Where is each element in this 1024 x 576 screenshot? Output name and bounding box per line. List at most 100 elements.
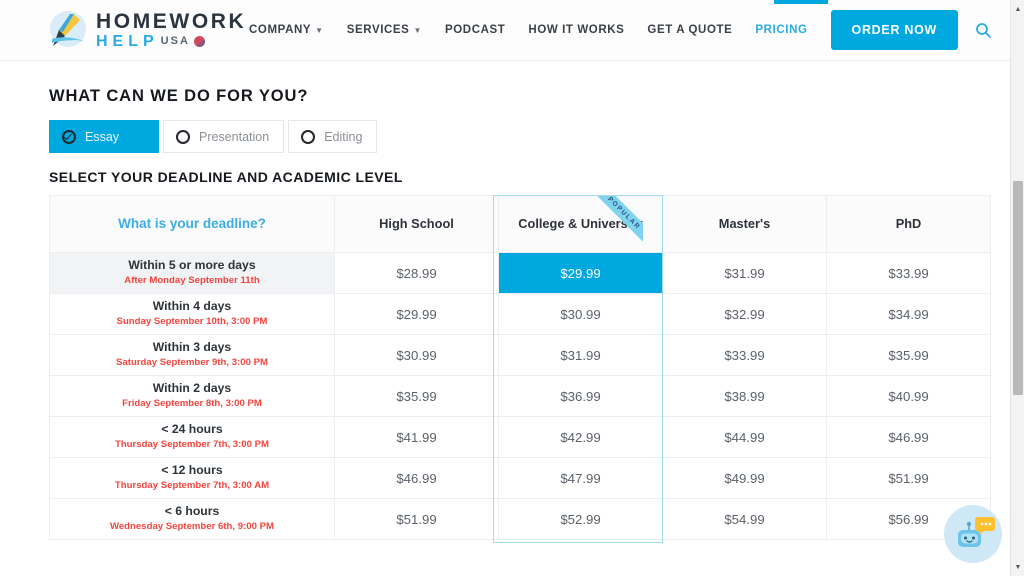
search-icon[interactable] (974, 21, 992, 39)
site-logo[interactable]: HOMEWORK HELP USA (46, 8, 246, 52)
pricing-table-header-row: What is your deadline? High School Colle… (49, 195, 991, 253)
column-header-masters[interactable]: Master's (662, 195, 827, 253)
deadline-cell[interactable]: < 6 hours Wednesday September 6th, 9:00 P… (49, 498, 335, 540)
price-cell[interactable]: $49.99 (662, 457, 827, 499)
deadline-label: < 12 hours (161, 462, 223, 477)
table-row: < 24 hours Thursday September 7th, 3:00 P… (49, 416, 991, 458)
deadline-cell[interactable]: Within 2 days Friday September 8th, 3:00 … (49, 375, 335, 417)
price-cell-selected[interactable]: $29.99 (498, 252, 663, 294)
pricing-table-body: Within 5 or more days After Monday Septem… (49, 252, 991, 540)
nav-label: COMPANY (249, 24, 312, 36)
price-cell[interactable]: $54.99 (662, 498, 827, 540)
price-cell[interactable]: $31.99 (498, 334, 663, 376)
deadline-date: Thursday September 7th, 3:00 PM (114, 438, 270, 450)
usa-flag-icon (193, 36, 205, 47)
chat-widget-button[interactable] (944, 505, 1002, 563)
chevron-down-icon: ▼ (413, 25, 422, 35)
service-tab-presentation[interactable]: Presentation (163, 120, 285, 153)
price-cell[interactable]: $40.99 (826, 375, 991, 417)
radio-unchecked-icon (301, 129, 316, 144)
pricing-table: What is your deadline? High School Colle… (49, 195, 991, 540)
price-cell[interactable]: $51.99 (334, 498, 499, 540)
table-row: Within 5 or more days After Monday Septem… (49, 252, 991, 294)
price-cell[interactable]: $35.99 (826, 334, 991, 376)
deadline-date: Thursday September 7th, 3:00 AM (114, 479, 270, 491)
price-cell[interactable]: $31.99 (662, 252, 827, 294)
service-type-tabs: Essay Presentation Editing (49, 120, 1010, 153)
deadline-cell[interactable]: < 12 hours Thursday September 7th, 3:00 A… (49, 457, 335, 499)
price-cell[interactable]: $51.99 (826, 457, 991, 499)
quill-pen-logo-icon (50, 11, 86, 47)
radio-checked-icon (62, 129, 76, 144)
page-title: WHAT CAN WE DO FOR YOU? (49, 87, 309, 105)
table-row: Within 3 days Saturday September 9th, 3:0… (49, 334, 991, 376)
price-cell[interactable]: $33.99 (662, 334, 827, 376)
deadline-label: Within 5 or more days (128, 257, 256, 272)
price-cell[interactable]: $41.99 (334, 416, 499, 458)
table-row: < 12 hours Thursday September 7th, 3:00 A… (49, 457, 991, 499)
deadline-date: Friday September 8th, 3:00 PM (122, 397, 262, 409)
main-navigation: COMPANY ▼ SERVICES ▼ PODCAST HOW IT WORK… (249, 0, 1010, 60)
price-cell[interactable]: $38.99 (662, 375, 827, 417)
price-cell[interactable]: $34.99 (826, 293, 991, 335)
deadline-label: < 24 hours (161, 421, 223, 436)
column-header-deadline: What is your deadline? (49, 195, 335, 253)
radio-unchecked-icon (176, 129, 190, 144)
service-tab-label: Editing (324, 129, 363, 144)
section-subtitle: SELECT YOUR DEADLINE AND ACADEMIC LEVEL (49, 169, 403, 185)
column-header-high-school[interactable]: High School (334, 195, 499, 253)
nav-item-pricing[interactable]: PRICING (755, 24, 807, 36)
price-cell[interactable]: $30.99 (498, 293, 663, 335)
deadline-label: Within 3 days (152, 339, 232, 354)
active-nav-indicator (774, 0, 828, 4)
service-tab-editing[interactable]: Editing (288, 120, 378, 153)
service-tab-label: Presentation (199, 129, 270, 144)
price-cell[interactable]: $44.99 (662, 416, 827, 458)
deadline-cell[interactable]: Within 5 or more days After Monday Septem… (49, 252, 335, 294)
table-row: < 6 hours Wednesday September 6th, 9:00 P… (49, 498, 991, 540)
main-content: WHAT CAN WE DO FOR YOU? Essay Presentati… (0, 61, 1010, 543)
column-header-phd[interactable]: PhD (826, 195, 991, 253)
order-now-button[interactable]: ORDER NOW (830, 10, 958, 50)
deadline-label: < 6 hours (164, 503, 220, 518)
price-cell[interactable]: $30.99 (334, 334, 499, 376)
deadline-cell[interactable]: < 24 hours Thursday September 7th, 3:00 P… (49, 416, 335, 458)
price-cell[interactable]: $29.99 (334, 293, 499, 335)
nav-item-podcast[interactable]: PODCAST (445, 24, 505, 36)
logo-text-usa: USA (160, 35, 190, 47)
price-cell[interactable]: $35.99 (334, 375, 499, 417)
price-cell[interactable]: $46.99 (334, 457, 499, 499)
service-tab-label: Essay (85, 129, 120, 144)
scrollbar-thumb[interactable] (1013, 181, 1023, 395)
logo-text-help: HELP (96, 32, 159, 50)
price-cell[interactable]: $36.99 (498, 375, 663, 417)
price-cell[interactable]: $42.99 (498, 416, 663, 458)
nav-item-services[interactable]: SERVICES ▼ (347, 24, 422, 36)
price-cell[interactable]: $46.99 (826, 416, 991, 458)
price-cell[interactable]: $32.99 (662, 293, 827, 335)
scroll-up-arrow-icon[interactable]: ▲ (1011, 2, 1024, 16)
deadline-label: Within 4 days (152, 298, 232, 313)
deadline-date: Saturday September 9th, 3:00 PM (116, 356, 268, 368)
table-row: Within 4 days Sunday September 10th, 3:00… (49, 293, 991, 335)
deadline-date: Sunday September 10th, 3:00 PM (116, 315, 268, 327)
deadline-label: Within 2 days (152, 380, 232, 395)
vertical-scrollbar[interactable]: ▲ ▼ (1010, 0, 1024, 576)
robot-chat-icon (958, 517, 995, 547)
deadline-date: After Monday September 11th (124, 274, 260, 286)
scroll-down-arrow-icon[interactable]: ▼ (1011, 560, 1024, 574)
site-header: HOMEWORK HELP USA COMPANY ▼ SERVICES ▼ P… (0, 0, 1010, 61)
deadline-cell[interactable]: Within 4 days Sunday September 10th, 3:00… (49, 293, 335, 335)
nav-item-get-a-quote[interactable]: GET A QUOTE (647, 24, 732, 36)
service-tab-essay[interactable]: Essay (49, 120, 159, 153)
price-cell[interactable]: $33.99 (826, 252, 991, 294)
price-cell[interactable]: $28.99 (334, 252, 499, 294)
price-cell[interactable]: $52.99 (498, 498, 663, 540)
price-cell[interactable]: $47.99 (498, 457, 663, 499)
nav-item-company[interactable]: COMPANY ▼ (249, 24, 324, 36)
nav-label: SERVICES (346, 24, 410, 36)
nav-item-how-it-works[interactable]: HOW IT WORKS (528, 24, 624, 36)
logo-text-homework: HOMEWORK (96, 9, 247, 33)
column-header-college-university[interactable]: College & University (498, 195, 663, 253)
deadline-cell[interactable]: Within 3 days Saturday September 9th, 3:0… (49, 334, 335, 376)
